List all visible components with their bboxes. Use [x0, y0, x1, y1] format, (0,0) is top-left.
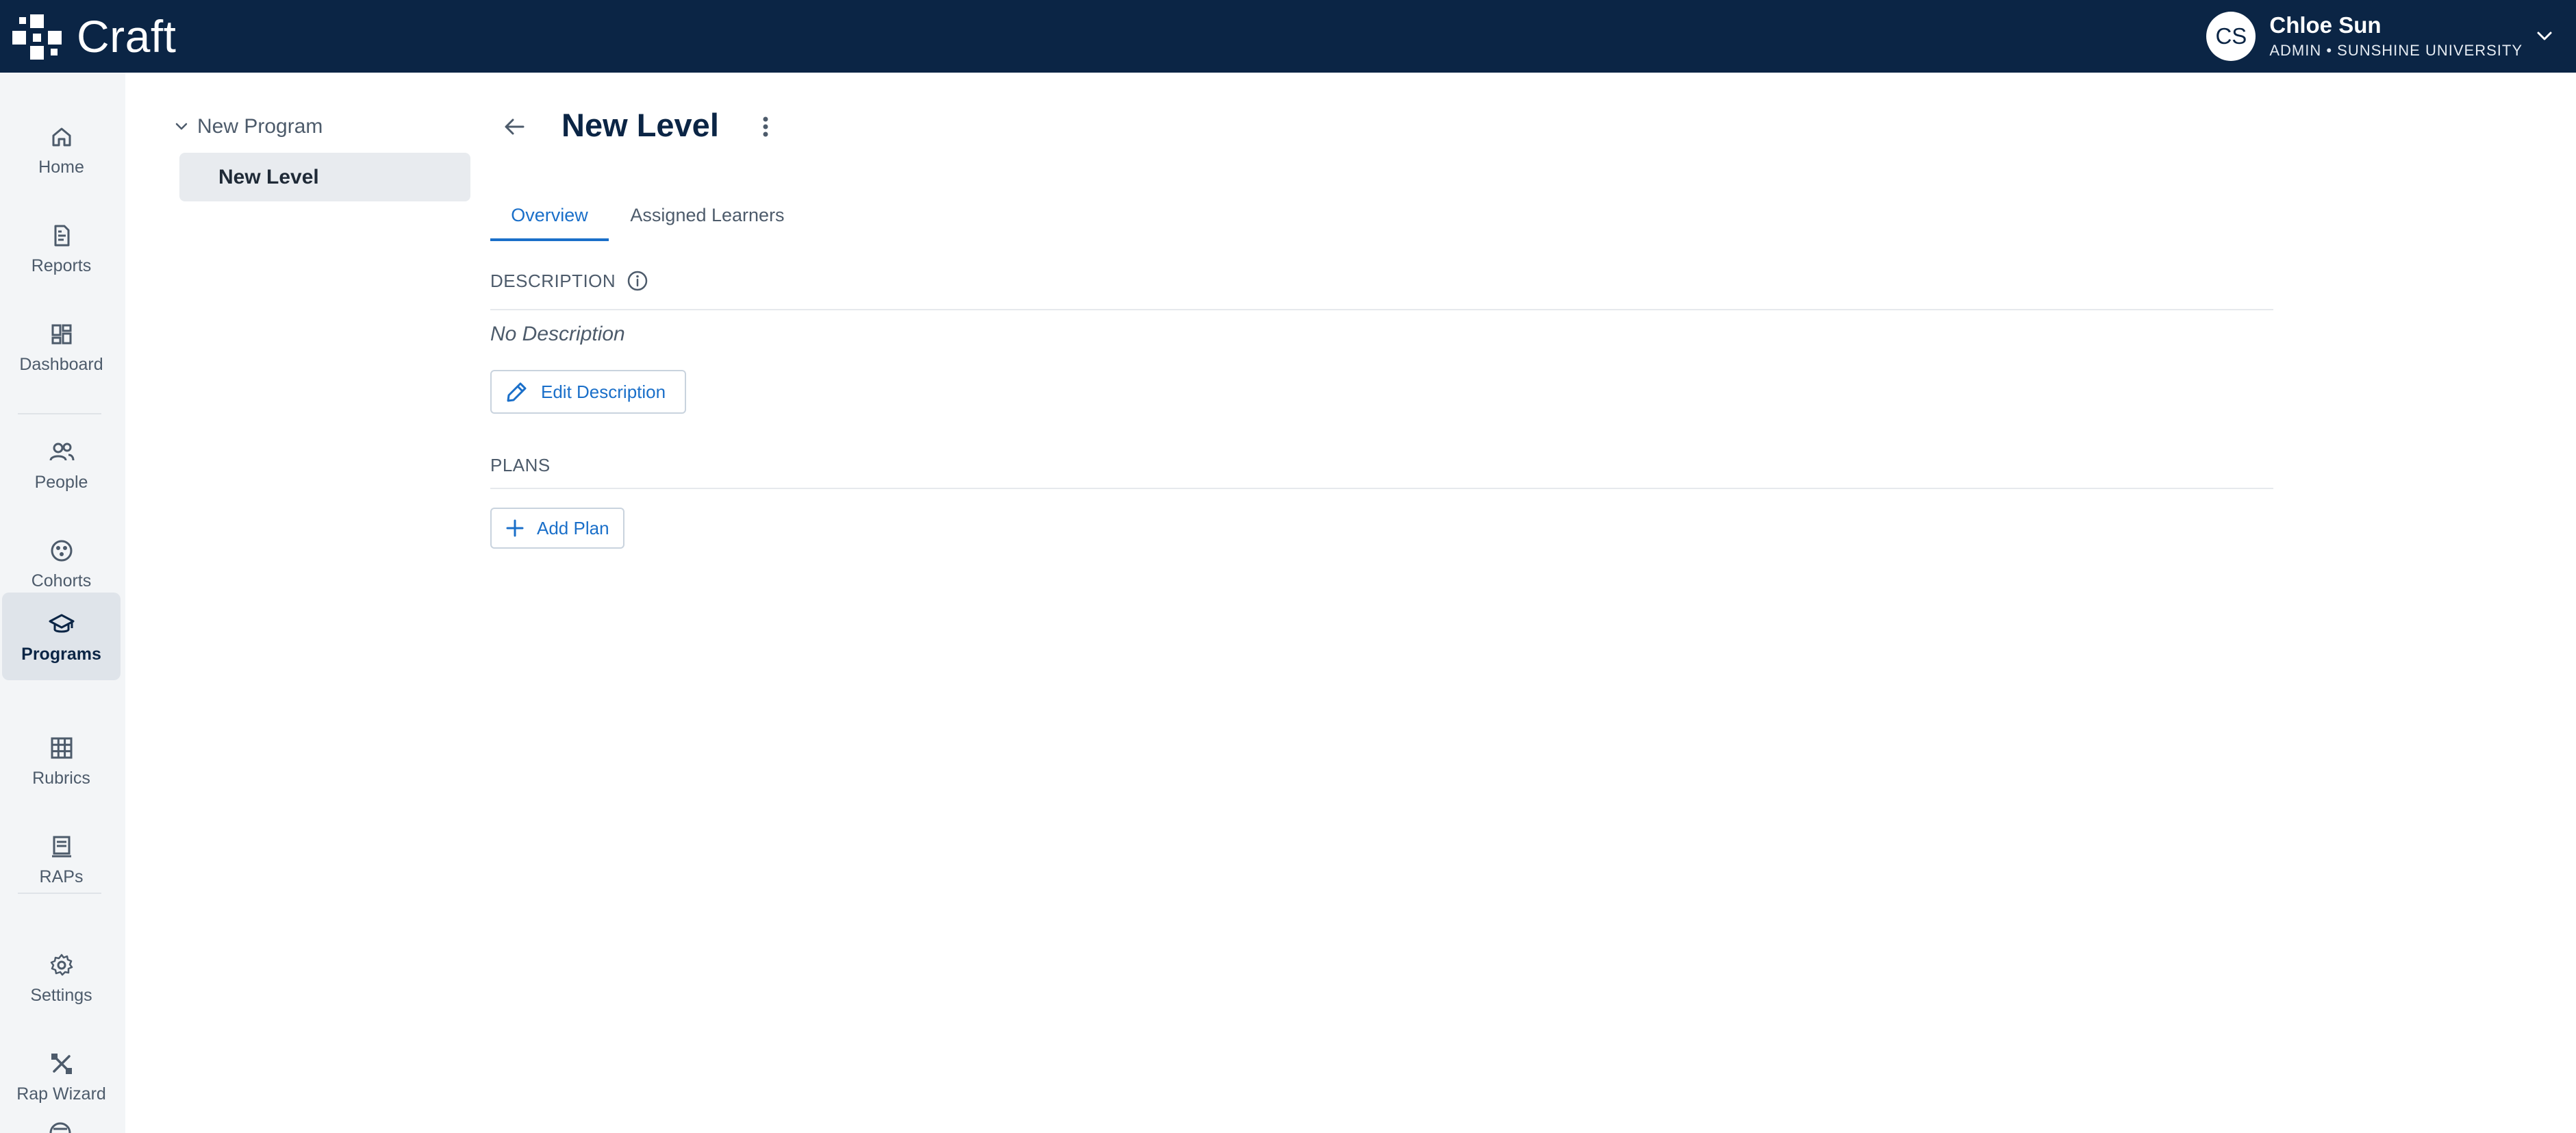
settings-icon [47, 950, 77, 980]
tree-root-label: New Program [197, 115, 323, 138]
nav-label: Rubrics [32, 768, 90, 788]
section-heading: DESCRIPTION [490, 270, 616, 291]
nav-label: Reports [31, 256, 92, 275]
programs-icon [47, 609, 77, 639]
nav-item-home[interactable]: Home [2, 105, 121, 193]
user-name: Chloe Sun [2269, 12, 2382, 38]
rubrics-icon [47, 733, 77, 763]
nav-label: RAPs [39, 867, 84, 886]
user-role: ADMIN • SUNSHINE UNIVERSITY [2269, 42, 2523, 59]
nav-label: People [34, 472, 88, 492]
more-options-button[interactable] [752, 111, 779, 142]
back-button[interactable] [498, 111, 530, 142]
info-icon[interactable] [627, 270, 648, 292]
brand[interactable]: Craft [10, 0, 177, 73]
nav-item-rubrics[interactable]: Rubrics [2, 717, 121, 804]
cohorts-icon [47, 536, 77, 566]
nav-label: Rap Wizard [16, 1084, 106, 1104]
nav-item-people[interactable]: People [2, 421, 121, 508]
edit-description-label: Edit Description [541, 381, 666, 402]
description-text: No Description [490, 323, 625, 345]
nav-item-programs[interactable]: Programs [2, 593, 121, 680]
more-nav-icon[interactable] [48, 1121, 73, 1133]
arrow-left-icon [503, 117, 525, 136]
rap-wizard-icon [47, 1049, 77, 1079]
divider [490, 488, 2273, 489]
avatar: CS [2206, 12, 2256, 61]
nav-item-reports[interactable]: Reports [2, 204, 121, 292]
tab-overview[interactable]: Overview [490, 189, 609, 241]
nav-label: Settings [30, 985, 92, 1005]
divider [490, 309, 2273, 310]
nav-item-raps[interactable]: RAPs [2, 815, 121, 903]
home-icon [47, 122, 77, 152]
nav-label: Dashboard [19, 354, 103, 374]
nav-divider [18, 413, 101, 414]
brand-name: Craft [77, 11, 177, 62]
add-plan-button[interactable]: Add Plan [490, 508, 624, 549]
top-bar: Craft CS Chloe Sun ADMIN • SUNSHINE UNIV… [0, 0, 2576, 73]
nav-item-dashboard[interactable]: Dashboard [2, 303, 121, 390]
reports-icon [47, 221, 77, 251]
description-section-header: DESCRIPTION [490, 267, 648, 295]
craft-logo-icon [12, 14, 62, 60]
kebab-menu-icon [762, 116, 769, 138]
edit-description-button[interactable]: Edit Description [490, 370, 687, 414]
user-menu[interactable]: CS Chloe Sun ADMIN • SUNSHINE UNIVERSITY [2206, 0, 2553, 73]
plans-section-header: PLANS [490, 451, 551, 479]
left-nav: Home Reports Dashboard People Cohorts Pr… [0, 73, 125, 1133]
tree-item-program[interactable]: New Program [175, 112, 323, 141]
chevron-down-icon[interactable] [175, 123, 188, 131]
page-title: New Level [561, 107, 719, 143]
people-icon [47, 437, 77, 467]
nav-item-settings[interactable]: Settings [2, 934, 121, 1021]
nav-divider [18, 893, 101, 894]
nav-label: Home [38, 157, 84, 177]
tab-assigned-learners[interactable]: Assigned Learners [609, 189, 806, 241]
tabs: Overview Assigned Learners [490, 189, 806, 241]
plus-icon [505, 519, 525, 538]
nav-label: Cohorts [31, 571, 92, 590]
pencil-icon [505, 380, 529, 403]
tree-child-label: New Level [218, 165, 319, 188]
tree-item-level[interactable]: New Level [179, 153, 470, 201]
nav-item-rap-wizard[interactable]: Rap Wizard [2, 1032, 121, 1120]
chevron-down-icon[interactable] [2536, 31, 2553, 42]
nav-label: Programs [21, 644, 101, 664]
dashboard-icon [47, 319, 77, 349]
section-heading: PLANS [490, 454, 551, 475]
add-plan-label: Add Plan [537, 517, 609, 538]
raps-icon [47, 832, 77, 862]
